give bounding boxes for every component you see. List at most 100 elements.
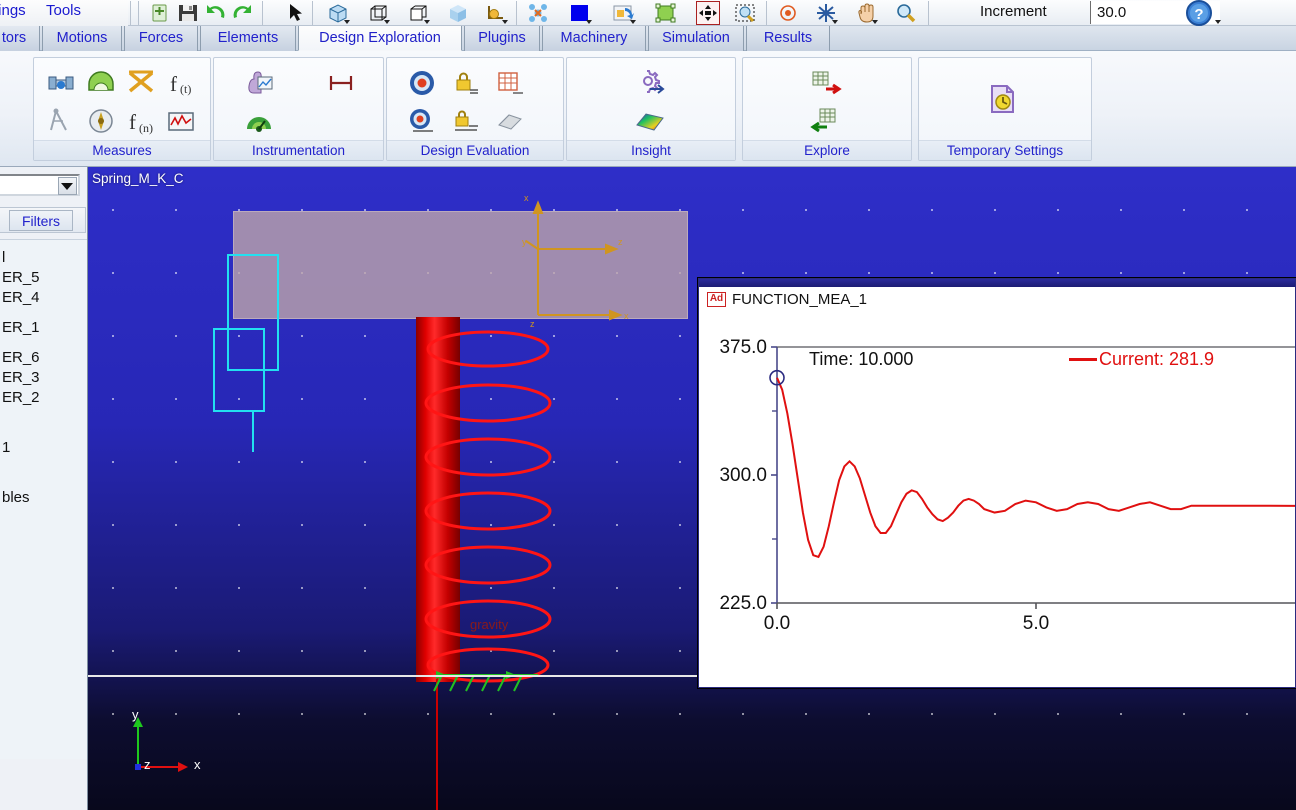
- ribbon-tab-machinery[interactable]: Machinery: [542, 26, 646, 51]
- icon-visibility-icon[interactable]: [526, 1, 550, 25]
- function-measure-icon[interactable]: f (t): [164, 66, 198, 100]
- tree-item[interactable]: ER_3: [0, 368, 87, 388]
- tree-item[interactable]: ER_2: [0, 388, 87, 408]
- ribbon-tab-simulation[interactable]: Simulation: [648, 26, 744, 51]
- plot-series-line: [776, 377, 1295, 559]
- svg-text:(t): (t): [180, 82, 191, 96]
- measure-display-icon[interactable]: [164, 104, 198, 138]
- ribbon-panel-design-evaluation: Design Evaluation: [386, 57, 564, 161]
- zoom-view-icon[interactable]: [894, 1, 918, 25]
- svg-text:x: x: [624, 311, 629, 321]
- pan-view-icon[interactable]: [854, 1, 878, 25]
- measure-plot-window[interactable]: Ad FUNCTION_MEA_1 225.0 300.0 375.0 0.0 5.0 …: [698, 278, 1296, 688]
- grid-dot: [679, 461, 681, 463]
- damper-geometry[interactable]: [198, 247, 338, 497]
- grid-dot: [1120, 209, 1122, 211]
- joint-measure-icon[interactable]: [44, 66, 78, 100]
- ribbon-tab-design-exploration[interactable]: Design Exploration: [298, 26, 462, 51]
- grid-dot: [1246, 209, 1248, 211]
- function-builder-icon[interactable]: f (n): [124, 104, 158, 138]
- design-study-icon[interactable]: [405, 66, 439, 100]
- grid-dot: [301, 713, 303, 715]
- angle-measure-icon[interactable]: [84, 66, 118, 100]
- grid-dot: [1057, 209, 1059, 211]
- distance-measure-icon[interactable]: [44, 104, 78, 138]
- grid-dot: [805, 713, 807, 715]
- insight-export-icon[interactable]: [633, 66, 667, 100]
- tree-item[interactable]: ER_4: [0, 288, 87, 308]
- fit-view-icon[interactable]: [696, 1, 720, 25]
- render-hidden-icon[interactable]: [406, 1, 430, 25]
- ribbon-tab-elements[interactable]: Elements: [200, 26, 296, 51]
- depth-cue-icon[interactable]: [612, 1, 636, 25]
- design-variable-icon[interactable]: [449, 66, 483, 100]
- ribbon-tab-forces[interactable]: Forces: [124, 26, 198, 51]
- adams-icon: Ad: [707, 291, 726, 307]
- render-shaded-icon[interactable]: [326, 1, 350, 25]
- select-arrow-icon[interactable]: [284, 1, 308, 25]
- export-table-icon[interactable]: [809, 66, 843, 100]
- ribbon-panel-instrumentation: Instrumentation: [213, 57, 384, 161]
- help-icon[interactable]: ?: [1183, 0, 1223, 28]
- response-surface-icon[interactable]: [633, 104, 667, 138]
- point-to-point-measure-icon[interactable]: [124, 66, 158, 100]
- orientation-measure-icon[interactable]: [84, 104, 118, 138]
- center-view-icon[interactable]: [776, 1, 800, 25]
- plot-window-titlebar[interactable]: [699, 279, 1295, 287]
- redo-icon[interactable]: [230, 1, 254, 25]
- rotate-view-icon[interactable]: [814, 1, 838, 25]
- plot-canvas[interactable]: 225.0 300.0 375.0 0.0 5.0 Time: 10.000 Curre…: [699, 309, 1295, 687]
- sensor-icon[interactable]: [242, 66, 276, 100]
- bounding-box-icon[interactable]: [654, 1, 678, 25]
- zoom-box-icon[interactable]: [734, 1, 758, 25]
- background-color-icon[interactable]: [568, 1, 592, 25]
- filters-button[interactable]: Filters: [9, 210, 73, 231]
- menu-item-settings[interactable]: tings: [0, 0, 26, 22]
- render-wireframe-icon[interactable]: [366, 1, 390, 25]
- grid-dot: [175, 398, 177, 400]
- ribbon-tab-plugins[interactable]: Plugins: [464, 26, 540, 51]
- view-corner-icon[interactable]: [484, 1, 508, 25]
- tree-item[interactable]: 1: [0, 438, 87, 458]
- design-objective-icon[interactable]: [405, 104, 439, 138]
- grid-dot: [805, 209, 807, 211]
- tree-item[interactable]: ER_5: [0, 268, 87, 288]
- model-tree[interactable]: l ER_5 ER_4 ER_1 ER_6 ER_3 ER_2 1 bles: [0, 239, 87, 759]
- ruler-icon[interactable]: [324, 66, 358, 100]
- grid-dot: [679, 713, 681, 715]
- optimization-icon[interactable]: [449, 104, 483, 138]
- gauge-icon[interactable]: [242, 104, 276, 138]
- grid-dot: [490, 713, 492, 715]
- ribbon-panels: f (t) f (n) Measures Instrumentation Design Ev…: [0, 51, 1296, 167]
- save-icon[interactable]: [176, 1, 200, 25]
- menu-item-tools[interactable]: Tools: [46, 0, 81, 22]
- browser-filter-combo[interactable]: [0, 174, 80, 196]
- temporary-settings-icon[interactable]: [985, 82, 1019, 116]
- tree-item[interactable]: ER_6: [0, 348, 87, 368]
- 3d-viewport[interactable]: Spring_M_K_C x y z z x gravity y x z Ad …: [88, 167, 1296, 810]
- ribbon-panel-temporary-settings: Temporary Settings: [918, 57, 1092, 161]
- grid-dot: [1183, 209, 1185, 211]
- model-browser-sidebar: Filters l ER_5 ER_4 ER_1 ER_6 ER_3 ER_2 1 bles: [0, 167, 88, 810]
- import-table-icon[interactable]: [809, 104, 843, 138]
- ribbon-tab-motions[interactable]: Motions: [42, 26, 122, 51]
- ground-symbol: [433, 671, 538, 692]
- new-model-icon[interactable]: [148, 1, 172, 25]
- undo-icon[interactable]: [204, 1, 228, 25]
- ribbon-tab-tors[interactable]: tors: [0, 26, 40, 51]
- ribbon-panel-label: Design Evaluation: [387, 140, 563, 160]
- ribbon-tab-results[interactable]: Results: [746, 26, 830, 51]
- design-of-experiments-icon[interactable]: [493, 66, 527, 100]
- tree-item[interactable]: l: [0, 248, 87, 268]
- x-tick-label: 0.0: [764, 613, 790, 634]
- tree-item[interactable]: bles: [0, 488, 87, 508]
- render-solid-icon[interactable]: [446, 1, 470, 25]
- tree-item[interactable]: ER_1: [0, 318, 87, 338]
- report-icon[interactable]: [493, 104, 527, 138]
- grid-dot: [742, 272, 744, 274]
- combo-dropdown-button[interactable]: [58, 177, 77, 195]
